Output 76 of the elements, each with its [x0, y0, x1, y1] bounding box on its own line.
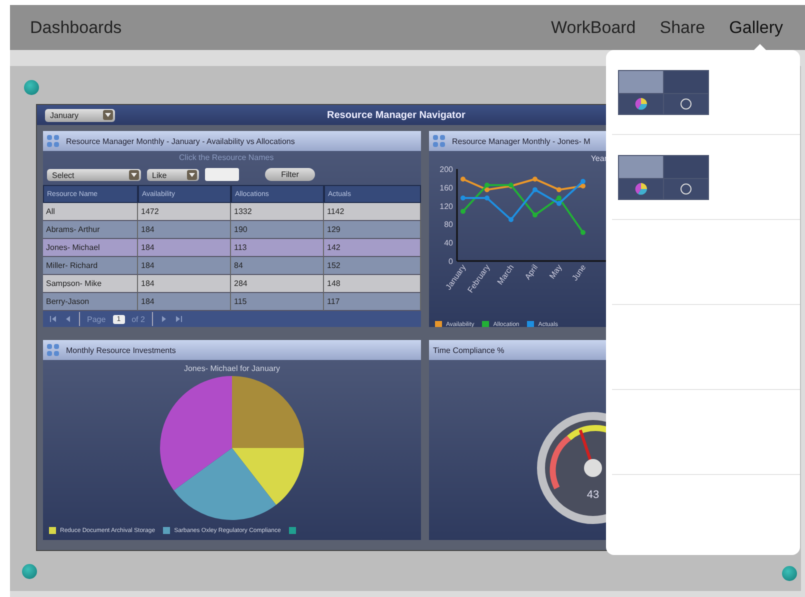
- table-cell[interactable]: 184: [138, 257, 231, 275]
- data-point: [580, 230, 586, 235]
- grid-icon: [47, 344, 60, 356]
- table-cell[interactable]: 148: [324, 275, 421, 293]
- table-cell[interactable]: Miller- Richard: [43, 257, 138, 275]
- data-point: [484, 195, 490, 200]
- table-cell[interactable]: Abrams- Arthur: [43, 221, 138, 239]
- next-page-icon[interactable]: [160, 315, 168, 323]
- previous-page-icon[interactable]: [64, 315, 72, 323]
- table-cell[interactable]: Berry-Jason: [43, 293, 138, 311]
- y-tick-label: 200: [440, 165, 453, 174]
- filter-input-field[interactable]: [205, 168, 239, 181]
- legend-swatch: [482, 321, 490, 327]
- data-point: [508, 217, 514, 222]
- table-cell[interactable]: 184: [138, 293, 231, 311]
- data-point: [532, 176, 538, 182]
- table-cell[interactable]: All: [43, 203, 138, 221]
- nav-link[interactable]: Gallery: [729, 18, 783, 38]
- table-cell[interactable]: 84: [231, 257, 324, 275]
- page-title: Dashboards: [30, 18, 123, 38]
- table-cell[interactable]: 184: [138, 221, 231, 239]
- table-cell[interactable]: 142: [324, 239, 421, 257]
- y-tick-label: 40: [444, 238, 453, 248]
- table-cell[interactable]: 113: [231, 239, 324, 257]
- table-cell[interactable]: 117: [324, 293, 421, 311]
- needle-hub: [584, 459, 602, 477]
- data-point: [532, 187, 538, 192]
- field-dropdown[interactable]: Select: [47, 169, 141, 181]
- filter-button[interactable]: Filter: [265, 168, 315, 181]
- gauge-reading: 43: [586, 489, 600, 501]
- table-cell[interactable]: 1332: [231, 203, 324, 221]
- nav-link[interactable]: WorkBoard: [551, 18, 636, 38]
- data-point: [532, 212, 538, 218]
- data-point: [556, 187, 562, 192]
- y-tick-label: 0: [448, 257, 453, 266]
- table-cell[interactable]: 184: [138, 239, 231, 257]
- table-cell[interactable]: 184: [138, 275, 231, 293]
- panel-title: Resource Manager Monthly - January - Availability vs Allocations: [66, 136, 295, 146]
- month-dropdown[interactable]: January: [45, 108, 115, 122]
- chart-subtitle: Jones- Michael for January: [182, 364, 282, 373]
- table-cell[interactable]: 190: [231, 221, 324, 239]
- pin-icon: [22, 564, 37, 579]
- panel-title: Monthly Resource Investments: [66, 346, 176, 354]
- legend-swatch: [435, 321, 442, 327]
- data-point: [460, 208, 466, 214]
- grid-icon: [47, 135, 60, 147]
- y-tick-label: 160: [440, 183, 453, 192]
- panel-title: Time Compliance %: [433, 346, 504, 354]
- table-cell[interactable]: Sampson- Mike: [43, 275, 138, 293]
- year-label: Year: [590, 154, 607, 163]
- first-page-icon[interactable]: [49, 315, 57, 323]
- legend-swatch: [527, 321, 534, 327]
- pin-icon: [24, 80, 39, 95]
- last-page-icon[interactable]: [174, 315, 183, 323]
- table-cell[interactable]: 152: [324, 257, 421, 275]
- pager-total: of 2: [132, 314, 145, 324]
- pager-label: Page: [87, 314, 106, 324]
- table-cell[interactable]: Jones- Michael: [43, 239, 138, 257]
- y-tick-label: 120: [440, 202, 453, 211]
- nav-link[interactable]: Share: [660, 18, 706, 38]
- table-cell[interactable]: 1142: [324, 203, 421, 221]
- table-cell[interactable]: 1472: [138, 203, 231, 221]
- dashboard-thumbnail[interactable]: [618, 154, 709, 200]
- dashboard-thumbnail[interactable]: [618, 70, 709, 114]
- hint-text: Click the Resource Names: [179, 153, 274, 162]
- table-cell[interactable]: 129: [324, 221, 421, 239]
- table-cell[interactable]: 115: [231, 293, 324, 311]
- pin-icon: [782, 566, 797, 581]
- grid-icon: [433, 135, 446, 147]
- operator-dropdown[interactable]: Like: [147, 169, 199, 181]
- y-tick-label: 80: [444, 220, 453, 230]
- data-point: [460, 176, 466, 182]
- table-cell[interactable]: 284: [231, 275, 324, 293]
- dashboard-title: Resource Manager Navigator: [327, 110, 466, 120]
- panel-title: Resource Manager Monthly - Jones- M: [452, 136, 590, 146]
- data-point: [460, 195, 466, 200]
